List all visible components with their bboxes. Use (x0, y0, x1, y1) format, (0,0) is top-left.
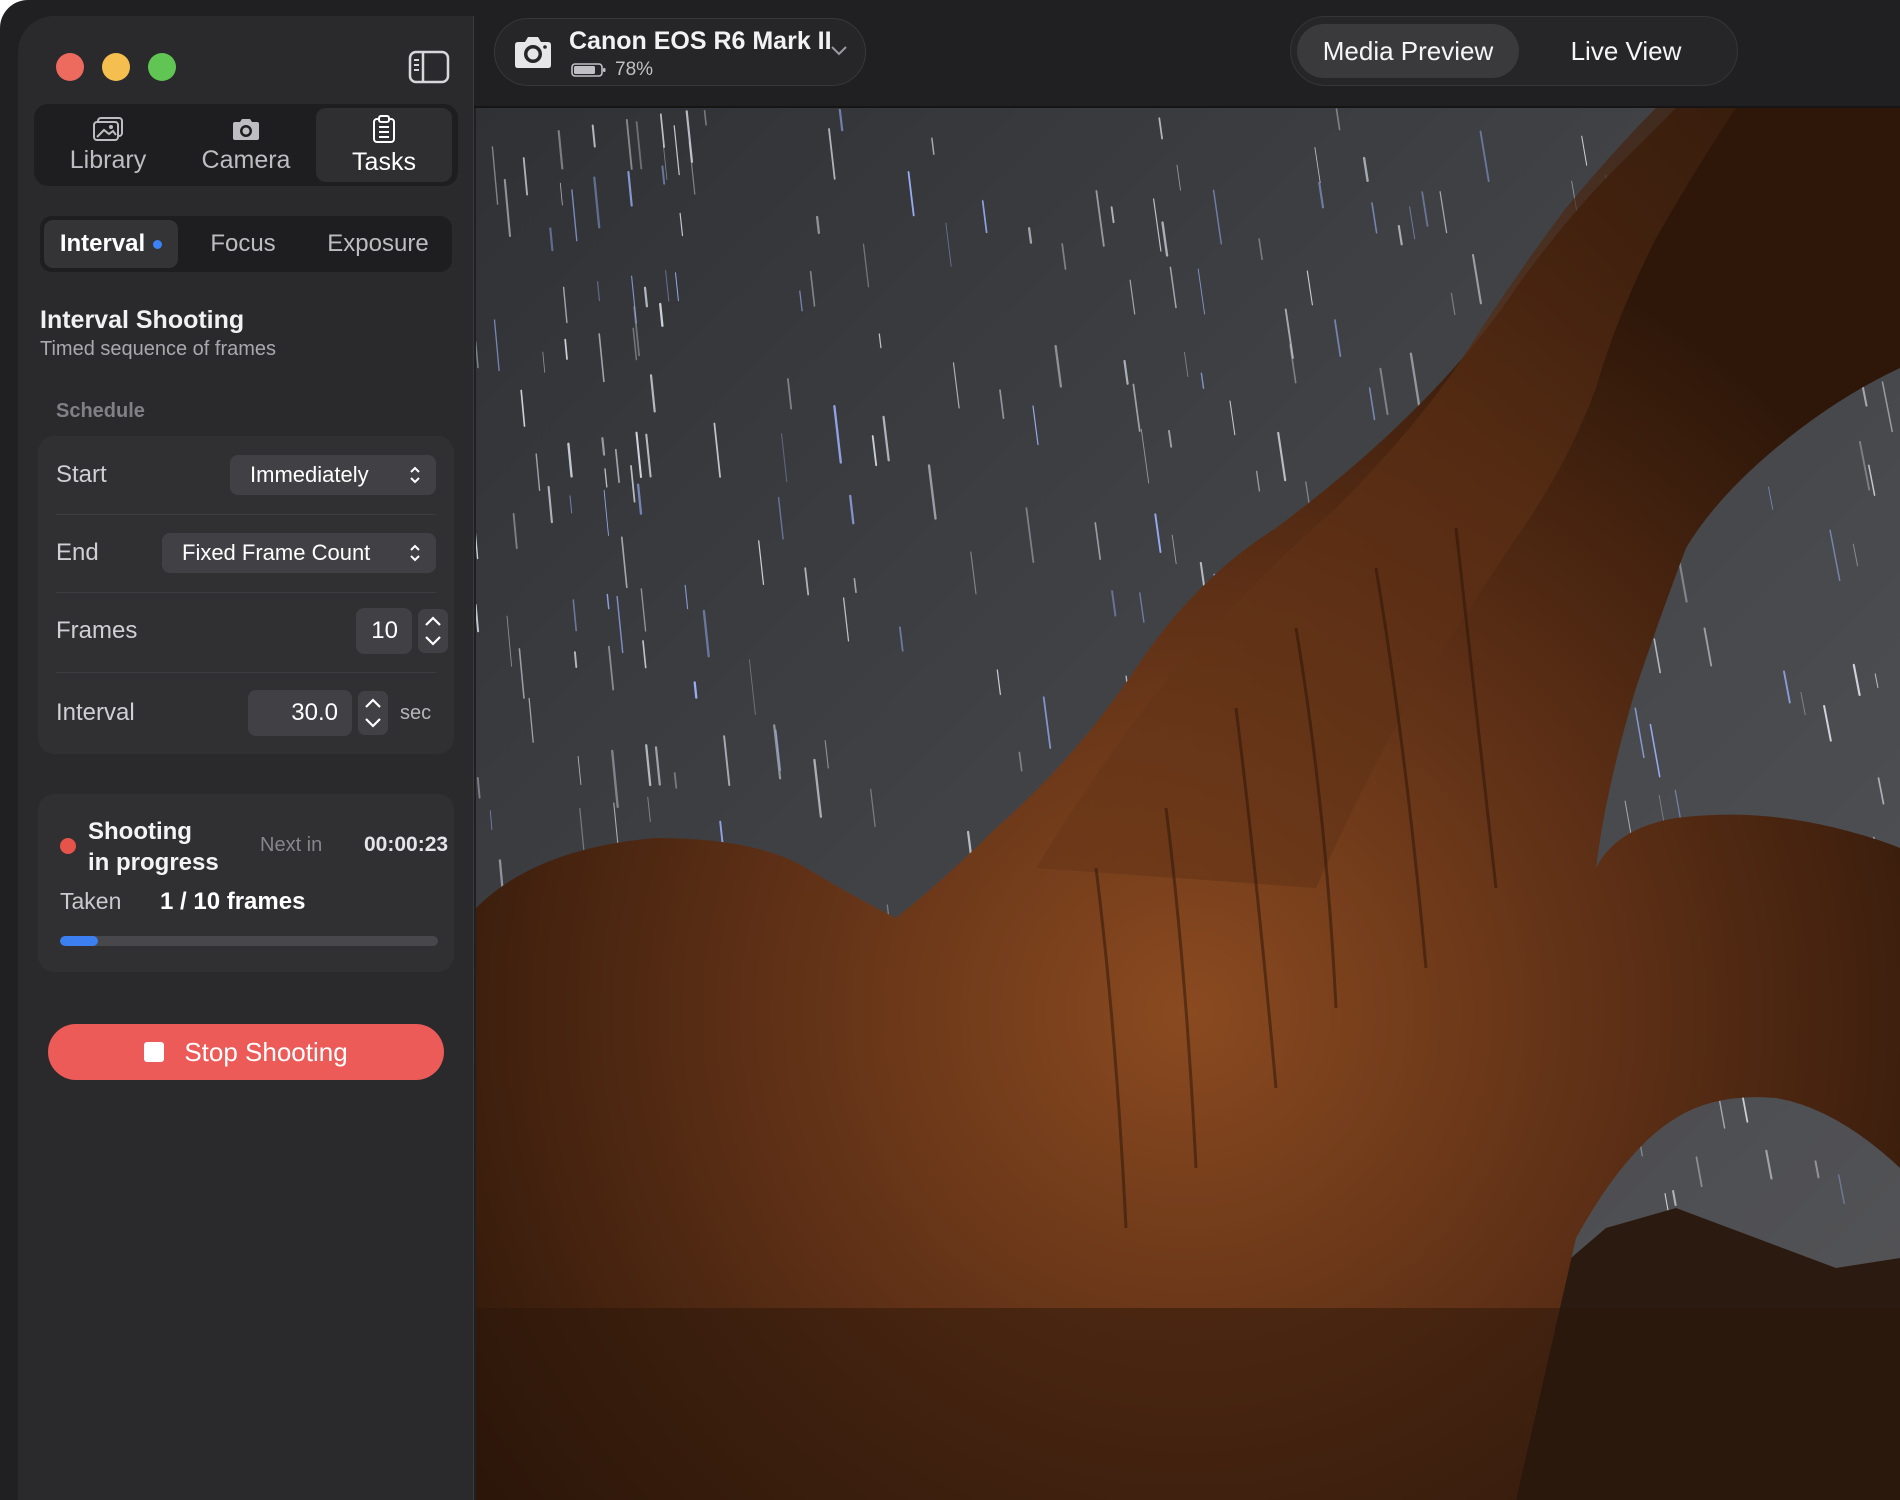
camera-device-selector[interactable]: Canon EOS R6 Mark II 78% (494, 18, 866, 86)
frames-input[interactable]: 10 (356, 608, 412, 654)
photo-library-icon (93, 116, 123, 141)
battery-percentage: 78% (615, 59, 654, 80)
end-select-value: Fixed Frame Count (182, 540, 371, 565)
end-row: End Fixed Frame Count (38, 514, 454, 592)
shooting-progress-fill (60, 936, 98, 946)
sidebar-toggle-icon[interactable] (408, 50, 450, 84)
battery-status: 78% (571, 59, 653, 81)
subtab-exposure[interactable]: Exposure (308, 220, 448, 268)
tab-camera-label: Camera (201, 145, 291, 174)
frames-label: Frames (56, 617, 138, 644)
subtab-interval-label: Interval (59, 230, 146, 257)
stop-shooting-button[interactable]: Stop Shooting (48, 1024, 444, 1080)
toolbar: Canon EOS R6 Mark II 78% Media Preview L… (474, 0, 1900, 108)
tab-library[interactable]: Library (40, 108, 176, 182)
start-select[interactable]: Immediately (230, 455, 436, 495)
subtab-exposure-label: Exposure (327, 230, 429, 257)
tab-tasks[interactable]: Tasks (316, 108, 452, 182)
sidebar: Library Camera Tasks Interval Focus Expo… (18, 16, 474, 1500)
end-select[interactable]: Fixed Frame Count (162, 533, 436, 573)
media-preview-button[interactable]: Media Preview (1297, 24, 1519, 78)
section-subtitle: Timed sequence of frames (40, 338, 277, 360)
start-select-value: Immediately (250, 462, 369, 487)
up-down-chevron-icon (410, 544, 420, 562)
active-indicator-dot (153, 239, 163, 249)
interval-label: Interval (56, 699, 135, 726)
app-window: Library Camera Tasks Interval Focus Expo… (0, 0, 1900, 1500)
status-text: Shooting in progress (88, 816, 248, 878)
tab-camera[interactable]: Camera (178, 108, 314, 182)
next-in-countdown: 00:00:23 (364, 833, 449, 856)
taken-count: 1 / 10 frames (160, 888, 306, 915)
frames-stepper[interactable] (418, 609, 448, 653)
status-line-1: Shooting (88, 818, 192, 845)
tab-library-label: Library (69, 145, 147, 174)
taken-label: Taken (60, 888, 122, 914)
shooting-status-card: Shooting in progress Next in 00:00:23 Ta… (38, 794, 454, 972)
interval-input[interactable]: 30.0 (248, 690, 352, 736)
subtab-focus-label: Focus (210, 230, 276, 257)
up-down-chevron-icon (410, 466, 420, 484)
interval-row: Interval 30.0 sec (38, 674, 454, 752)
live-view-button[interactable]: Live View (1523, 24, 1729, 78)
clipboard-icon (373, 114, 395, 143)
section-title: Interval Shooting (40, 306, 245, 334)
close-window-button[interactable] (56, 53, 84, 81)
minimize-window-button[interactable] (102, 53, 130, 81)
start-row: Start Immediately (38, 436, 454, 514)
recording-indicator-icon (60, 838, 76, 854)
schedule-settings-card: Start Immediately End Fixed Frame Count (38, 436, 454, 754)
start-label: Start (56, 461, 107, 488)
main-tab-bar: Library Camera Tasks (34, 104, 458, 186)
view-mode-toggle: Media Preview Live View (1290, 16, 1738, 86)
subtab-focus[interactable]: Focus (182, 220, 304, 268)
star-trail-photo (476, 108, 1900, 1500)
shooting-progress-bar (60, 936, 438, 946)
interval-stepper[interactable] (358, 691, 388, 735)
camera-icon (233, 118, 259, 140)
camera-icon (515, 37, 551, 68)
media-preview-image (476, 108, 1900, 1500)
status-line-2: in progress (88, 849, 219, 876)
stop-shooting-label: Stop Shooting (184, 1036, 348, 1067)
row-divider (56, 672, 436, 673)
interval-unit: sec (400, 702, 432, 724)
schedule-group-label: Schedule (56, 400, 145, 422)
end-label: End (56, 539, 99, 566)
next-in-label: Next in (260, 834, 323, 856)
device-name: Canon EOS R6 Mark II (569, 27, 832, 55)
zoom-window-button[interactable] (148, 53, 176, 81)
stop-icon (144, 1042, 165, 1062)
chevron-down-icon (831, 46, 847, 56)
frames-row: Frames 10 (38, 592, 454, 670)
battery-icon (571, 63, 606, 77)
tab-tasks-label: Tasks (352, 147, 416, 176)
subtab-interval[interactable]: Interval (44, 220, 178, 268)
task-type-segmented-control: Interval Focus Exposure (40, 216, 452, 272)
